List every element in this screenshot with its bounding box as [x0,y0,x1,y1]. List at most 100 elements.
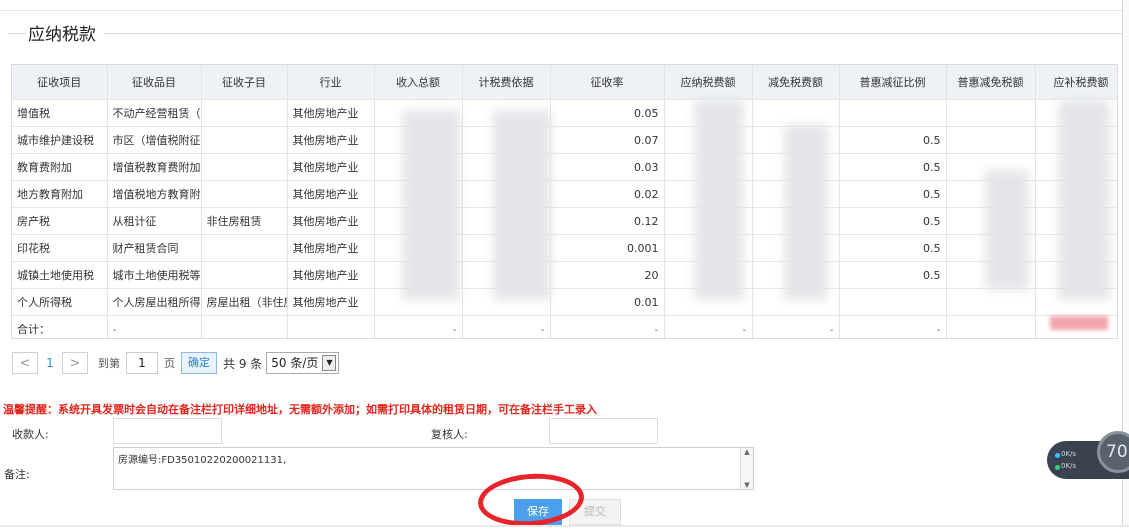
total-cell: - [839,315,947,338]
table-cell: 其他房地产业 [287,99,375,127]
textarea-scrollbar[interactable]: ▲ ▼ [740,448,753,489]
redaction-blur [493,110,551,300]
table-cell: 其他房地产业 [287,126,375,154]
table-cell: 房屋出租（非住房 [201,288,288,316]
table-cell: 增值税 [12,99,108,127]
payee-input[interactable] [113,418,222,444]
warning-notice: 温馨提醒：系统开具发票时会自动在备注栏打印详细地址，无需额外添加；如需打印具体的… [3,403,597,416]
table-row[interactable]: 城镇土地使用税 城市土地使用税等 其他房地产业 20 0.5 [12,261,1117,289]
total-cell [287,315,375,338]
table-cell: 从租计征 [107,207,202,235]
section-title: 应纳税款 [26,20,104,45]
redaction-blur [1050,316,1108,330]
remark-textarea[interactable]: 房源编号:FD35010220200021131, ▲ ▼ [113,447,754,490]
goto-page-input[interactable]: 1 [126,352,158,374]
table-cell [201,99,288,127]
current-page-number[interactable]: 1 [38,356,62,370]
pagination: < 1 > 到第 1 页 确定 共 9 条 50 条/页 ▼ [12,351,340,375]
total-cell [201,315,288,338]
table-cell: 市区（增值税附征 [107,126,202,154]
reviewer-input[interactable] [549,418,658,444]
total-count: 共 9 条 [223,356,263,371]
table-row[interactable]: 房产税 从租计征 非住房租赁 其他房地产业 0.12 0.5 [12,207,1117,235]
table-cell: 0.02 [550,180,665,208]
table-cell: 增值税教育费附加 [107,153,202,181]
total-cell: - [107,315,202,338]
table-cell: 20 [550,261,665,289]
table-row[interactable]: 教育费附加 增值税教育费附加 其他房地产业 0.03 0.5 [12,153,1117,181]
table-cell: 0.5 [839,126,947,154]
scroll-up-icon[interactable]: ▲ [744,448,749,456]
table-cell: 不动产经营租赁（ [107,99,202,127]
col-header: 普惠减免税额 [946,65,1036,100]
table-cell [201,261,288,289]
table-cell: 0.07 [550,126,665,154]
table-cell [946,126,1036,154]
next-page-button[interactable]: > [62,352,88,374]
table-cell: 0.001 [550,234,665,262]
download-speed: 0K/s [1061,462,1077,470]
table-row[interactable]: 地方教育附加 增值税地方教育附 其他房地产业 0.02 0.5 [12,180,1117,208]
remark-label: 备注: [4,468,30,481]
table-header-row: 征收项目 征收品目 征收子目 行业 收入总额 计税费依据 征收率 应纳税费额 减… [12,65,1117,100]
total-cell: 合计： [12,315,108,338]
table-cell: 城镇土地使用税 [12,261,108,289]
table-cell: 0.5 [839,153,947,181]
table-cell [201,234,288,262]
table-cell: 地方教育附加 [12,180,108,208]
table-cell: 个人所得税 [12,288,108,316]
col-header: 行业 [287,65,375,100]
payee-label: 收款人: [12,428,49,441]
table-cell: 其他房地产业 [287,180,375,208]
col-header: 应补税费额 [1035,65,1117,100]
total-cell: - [462,315,551,338]
col-header: 应纳税费额 [664,65,753,100]
total-cell: - [550,315,665,338]
table-cell: 0.5 [839,207,947,235]
goto-confirm-button[interactable]: 确定 [181,352,217,374]
upload-speed: 0K/s [1061,450,1077,458]
scroll-down-icon[interactable]: ▼ [744,481,749,489]
table-cell [839,99,947,127]
table-total-row: 合计： - - - - - - - [12,315,1117,338]
table-row[interactable]: 印花税 财产租赁合同 其他房地产业 0.001 0.5 [12,234,1117,262]
reviewer-label: 复核人: [431,428,468,441]
total-cell: - [752,315,840,338]
tax-table: 征收项目 征收品目 征收子目 行业 收入总额 计税费依据 征收率 应纳税费额 减… [11,64,1118,339]
table-cell: 0.12 [550,207,665,235]
table-cell: 0.5 [839,180,947,208]
table-cell: 财产租赁合同 [107,234,202,262]
table-cell [946,288,1036,316]
table-row[interactable]: 个人所得税 个人房屋出租所得 房屋出租（非住房 其他房地产业 0.01 [12,288,1117,316]
redaction-blur [784,125,828,300]
goto-label: 到第 [98,357,120,370]
total-cell: - [664,315,753,338]
table-cell [201,153,288,181]
table-cell: 个人房屋出租所得 [107,288,202,316]
col-header: 减免税费额 [752,65,840,100]
remark-text: 房源编号:FD35010220200021131, [118,455,287,466]
total-cell: - [374,315,463,338]
table-cell: 0.03 [550,153,665,181]
prev-page-button[interactable]: < [12,352,38,374]
table-cell [752,99,840,127]
table-row[interactable]: 城市维护建设税 市区（增值税附征 其他房地产业 0.07 0.5 [12,126,1117,154]
redaction-blur [985,170,1029,290]
table-cell: 0.05 [550,99,665,127]
page-unit-label: 页 [164,357,175,370]
table-cell: 其他房地产业 [287,207,375,235]
redaction-blur [1058,100,1110,300]
table-cell: 城市土地使用税等 [107,261,202,289]
dropdown-arrow-icon: ▼ [322,355,337,371]
table-cell: 城市维护建设税 [12,126,108,154]
col-header: 收入总额 [374,65,463,100]
table-cell: 非住房租赁 [201,207,288,235]
col-header: 征收品目 [107,65,202,100]
table-cell [839,288,947,316]
col-header: 计税费依据 [462,65,551,100]
page-size-select[interactable]: 50 条/页 ▼ [266,352,340,374]
table-cell: 其他房地产业 [287,234,375,262]
table-cell: 增值税地方教育附 [107,180,202,208]
table-cell: 0.01 [550,288,665,316]
table-row[interactable]: 增值税 不动产经营租赁（ 其他房地产业 0.05 [12,99,1117,127]
